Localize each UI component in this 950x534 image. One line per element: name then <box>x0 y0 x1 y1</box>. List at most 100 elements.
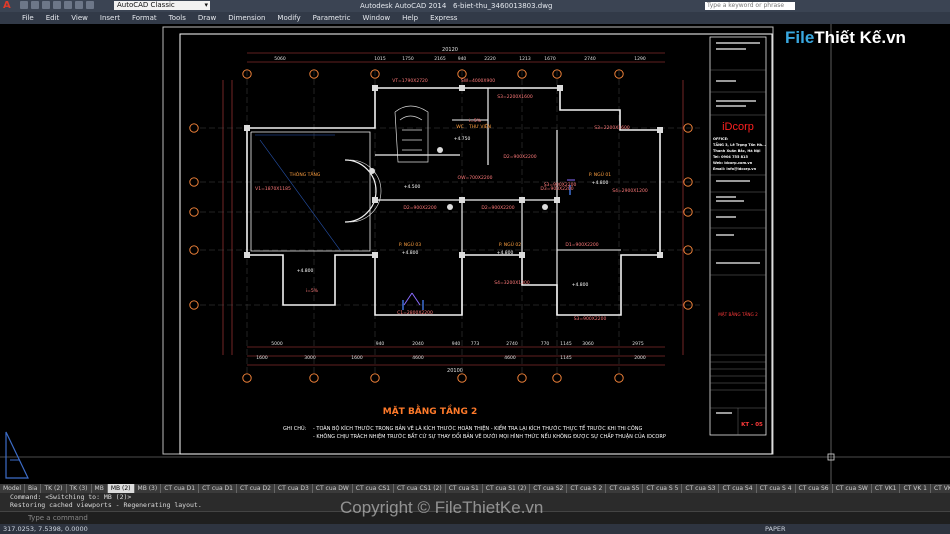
menu-format[interactable]: Format <box>132 14 157 22</box>
layout-tab[interactable]: CT cua S1 (2) <box>483 484 531 493</box>
annotation-label: S3=900X2200 <box>574 316 607 322</box>
menu-dimension[interactable]: Dimension <box>228 14 265 22</box>
redo-icon[interactable] <box>86 1 94 9</box>
ucs-icon <box>5 431 29 479</box>
layout-tab[interactable]: CT cua SW <box>833 484 872 493</box>
grid-bubble <box>370 373 380 383</box>
plot-icon[interactable] <box>64 1 72 9</box>
menu-draw[interactable]: Draw <box>198 14 216 22</box>
menu-file[interactable]: File <box>22 14 34 22</box>
dim-bottom-value: 773 <box>471 341 480 347</box>
dim-bottom-value: 4600 <box>412 355 424 361</box>
layout-tab[interactable]: CT cua D3 <box>275 484 313 493</box>
layout-tab[interactable]: CT cua DW <box>313 484 353 493</box>
layout-tab[interactable]: TK (3) <box>67 484 92 493</box>
level-mark: +4.800 <box>402 250 419 256</box>
annotation-label: i=5% <box>469 118 482 124</box>
grid-bubbles <box>189 69 693 383</box>
dimension-lines <box>222 52 684 366</box>
search-input[interactable]: Type a keyword or phrase <box>705 2 795 10</box>
layout-tab[interactable]: CT cua D2 <box>237 484 275 493</box>
grid-bubble <box>189 177 199 187</box>
dim-top-total: 20120 <box>442 47 458 53</box>
dim-top-value: 2220 <box>484 56 496 62</box>
annotation-label: i=5% <box>306 288 319 294</box>
title-bar: A AutoCAD Classic Autodesk AutoCAD 2014 … <box>0 0 950 12</box>
layout-tab[interactable]: CT cua S6 <box>796 484 833 493</box>
autocad-logo-icon[interactable]: A <box>3 0 11 12</box>
level-mark: +4.800 <box>572 282 589 288</box>
layout-tab[interactable]: CT cua CS1 <box>353 484 395 493</box>
menu-insert[interactable]: Insert <box>100 14 120 22</box>
layout-tab[interactable]: CT cua S4 <box>719 484 757 493</box>
menu-express[interactable]: Express <box>430 14 457 22</box>
dim-bottom-value: 940 <box>376 341 385 347</box>
dim-bottom-value: 5000 <box>271 341 283 347</box>
paper-model-toggle[interactable]: PAPER <box>765 524 786 534</box>
layout-tab[interactable]: CT cua S2 <box>530 484 568 493</box>
menu-modify[interactable]: Modify <box>277 14 300 22</box>
layout-tab[interactable]: CT VK1 <box>872 484 901 493</box>
layout-tab[interactable]: CT cua S1 <box>446 484 483 493</box>
layout-tab[interactable]: CT cua S3 <box>682 484 720 493</box>
level-mark: +4.500 <box>404 184 421 190</box>
menu-edit[interactable]: Edit <box>46 14 60 22</box>
dim-bottom-value: 2000 <box>634 355 646 361</box>
annotation-label: OW=700X2200 <box>458 175 493 181</box>
layout-tab[interactable]: MB <box>92 484 108 493</box>
layout-tab[interactable]: MB (2) <box>107 484 135 493</box>
watermark-logo: FileThiết Kế.vn <box>785 28 906 47</box>
layout-tab[interactable]: CT cua S 4 <box>757 484 796 493</box>
void-lines <box>255 134 341 251</box>
layout-tab[interactable]: CT cua CS1 (2) <box>394 484 446 493</box>
room-name: P. NGỦ 01 <box>589 170 611 178</box>
save-icon[interactable] <box>42 1 50 9</box>
layout-tabs: Model Bia TK (2) TK (3) MB MB (2) MB (3) CT cua… <box>0 484 950 493</box>
layout-tab[interactable]: CT cua D1 <box>199 484 237 493</box>
walls <box>246 87 661 316</box>
open-icon[interactable] <box>31 1 39 9</box>
drawing-title: MẶT BẰNG TẦNG 2 <box>383 404 478 417</box>
layout-tab[interactable]: CT cua S5 <box>606 484 644 493</box>
grid-bubble <box>457 373 467 383</box>
dim-bottom-value: 2040 <box>412 341 424 347</box>
layout-tab[interactable]: CT cua D1 <box>161 484 200 493</box>
layout-tab[interactable]: CT cua S 5 <box>643 484 683 493</box>
dim-bottom-row-1: 5000 940 2040 940 773 2740 770 1145 3060 2975 <box>271 341 644 347</box>
menu-parametric[interactable]: Parametric <box>313 14 351 22</box>
menu-tools[interactable]: Tools <box>169 14 186 22</box>
dim-bottom-value: 2975 <box>632 341 644 347</box>
room-name: P. NGỦ 03 <box>399 240 421 248</box>
grid-lines <box>200 70 700 375</box>
layout-tab[interactable]: TK (2) <box>41 484 67 493</box>
layout-tab[interactable]: MB (3) <box>135 484 162 493</box>
menu-window[interactable]: Window <box>363 14 391 22</box>
door-highlights <box>402 185 571 310</box>
saveas-icon[interactable] <box>53 1 61 9</box>
layout-tab[interactable]: Bia <box>25 484 42 493</box>
layout-tab[interactable]: Model <box>0 484 26 493</box>
annotation-label: V1=1870X1185 <box>255 186 291 192</box>
dim-top-value: 1015 <box>374 56 386 62</box>
annotation-label: SW=4000X900 <box>461 78 495 84</box>
menu-help[interactable]: Help <box>402 14 418 22</box>
grid-bubble <box>242 373 252 383</box>
layout-tab[interactable]: CT cua S 2 <box>567 484 607 493</box>
grid-bubble <box>614 373 624 383</box>
office-address-2: Thanh Xuân Bắc, Hà Nội <box>713 148 760 153</box>
layout-tab[interactable]: CT VK <box>931 484 950 493</box>
menu-view[interactable]: View <box>71 14 88 22</box>
new-icon[interactable] <box>20 1 28 9</box>
dim-bottom-value: 2740 <box>506 341 518 347</box>
status-bar: 317.0253, 7.5398, 0.0000 PAPER <box>0 524 950 534</box>
dim-bottom-value: 4600 <box>504 355 516 361</box>
dim-bottom-value: 1600 <box>256 355 268 361</box>
layout-tab[interactable]: CT VK 1 <box>900 484 931 493</box>
room-name: WC <box>456 124 464 130</box>
level-mark: +4.800 <box>592 180 609 186</box>
level-mark: +4.750 <box>454 136 471 142</box>
workspace-select[interactable]: AutoCAD Classic <box>114 1 210 10</box>
undo-icon[interactable] <box>75 1 83 9</box>
drawing-canvas[interactable]: 20120 5060 1015 1750 2165 940 2220 1213 1670 274… <box>0 24 950 484</box>
grid-bubble <box>517 373 527 383</box>
